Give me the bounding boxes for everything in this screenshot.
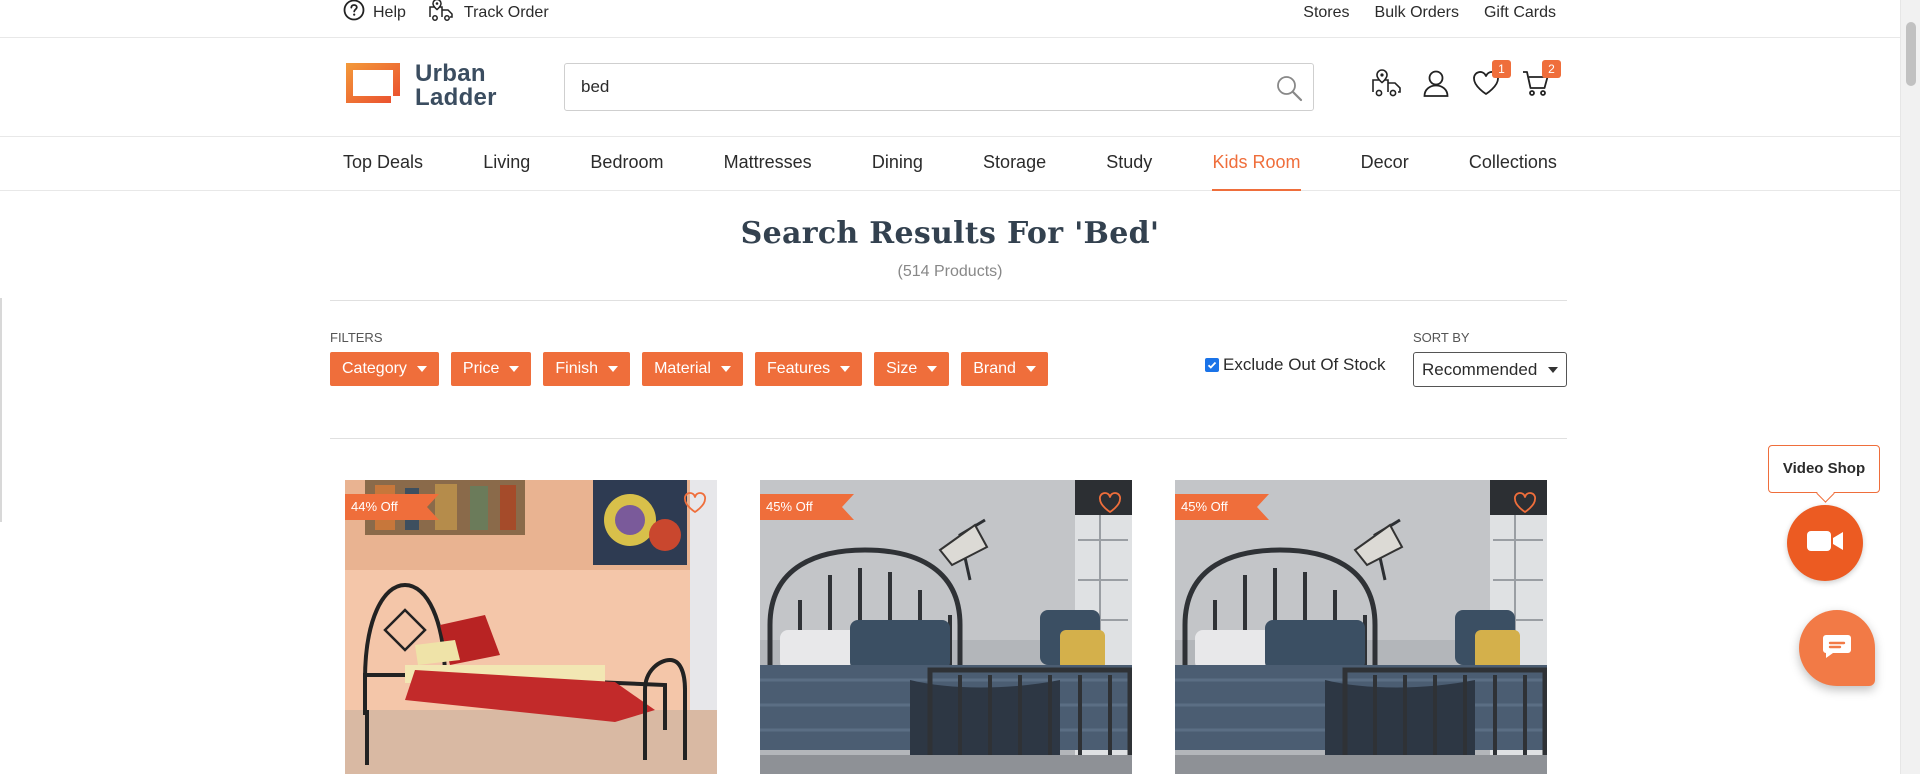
filter-price-button[interactable]: Price [450,352,532,386]
caret-down-icon [1025,366,1036,372]
heart-icon [1471,71,1501,102]
discount-tag: 45% Off [760,494,854,520]
cart-count-badge: 2 [1542,60,1561,78]
discount-label: 45% Off [1181,499,1228,514]
discount-tag: 44% Off [345,494,439,520]
results-count: (514 Products) [897,263,1003,280]
delivery-truck-icon [428,0,456,27]
filter-brand-button[interactable]: Brand [961,352,1048,386]
filters-divider [330,438,1567,439]
top-utility-bar: Help Track Order Stores Bulk Orders Gift… [0,0,1900,38]
caret-down-icon [840,366,851,372]
filters-label: FILTERS [330,330,383,345]
discount-label: 44% Off [351,499,398,514]
product-image [345,480,717,774]
caret-down-icon [509,366,520,372]
search-icon[interactable] [1275,74,1303,107]
filter-features-label: Features [766,360,831,377]
track-delivery-button[interactable] [1371,68,1401,98]
heart-icon[interactable] [1098,492,1122,519]
search-box [564,63,1314,111]
filter-finish-button[interactable]: Finish [543,352,631,386]
wishlist-button[interactable]: 1 [1471,60,1511,98]
cart-icon [1521,71,1551,102]
delivery-truck-icon [1371,69,1403,102]
video-camera-icon [1806,529,1844,558]
product-image [1175,480,1547,774]
help-icon [343,0,365,26]
caret-down-icon [1548,367,1558,373]
product-card[interactable]: 45% Off [760,480,1132,774]
checkmark-icon [1207,361,1217,369]
nav-item-top-deals[interactable]: Top Deals [343,137,423,191]
exclude-out-of-stock-label: Exclude Out Of Stock [1223,355,1386,374]
heart-icon[interactable] [683,492,707,519]
user-icon [1421,70,1451,102]
product-card[interactable]: 44% Off [345,480,717,774]
nav-item-collections[interactable]: Collections [1469,137,1557,191]
account-button[interactable] [1421,68,1451,98]
page-title: Search Results For 'Bed' [740,216,1160,251]
nav-item-living[interactable]: Living [483,137,530,191]
logo-text-line1: Urban [415,59,486,87]
nav-item-decor[interactable]: Decor [1361,137,1409,191]
filter-finish-label: Finish [555,360,599,377]
wishlist-count-badge: 1 [1492,60,1511,78]
main-header: Urban Ladder 1 2 [0,38,1900,137]
video-shop-tooltip[interactable]: Video Shop [1768,445,1880,493]
stores-link[interactable]: Stores [1303,4,1349,22]
sort-selected-value: Recommended [1422,360,1538,379]
gift-cards-link[interactable]: Gift Cards [1484,4,1556,22]
filter-brand-label: Brand [973,360,1016,377]
video-shop-button[interactable] [1787,505,1863,581]
product-card[interactable]: 45% Off [1175,480,1547,774]
help-link[interactable]: Help [343,0,406,26]
category-nav: Top Deals Living Bedroom Mattresses Dini… [0,137,1900,191]
caret-down-icon [416,366,427,372]
urban-ladder-logo[interactable]: Urban Ladder [343,60,497,111]
nav-item-mattresses[interactable]: Mattresses [724,137,812,191]
bulk-orders-link[interactable]: Bulk Orders [1375,4,1459,22]
product-image [760,480,1132,774]
nav-item-bedroom[interactable]: Bedroom [590,137,663,191]
filter-bar: Category Price Finish Material Features … [330,352,1048,386]
filter-price-label: Price [462,360,500,377]
filter-material-button[interactable]: Material [642,352,743,386]
chat-bubble-icon [1821,633,1853,664]
results-divider [330,300,1567,301]
logo-text-line2: Ladder [415,83,497,111]
caret-down-icon [927,366,938,372]
filter-category-button[interactable]: Category [330,352,439,386]
sort-by-select[interactable]: Recommended [1413,352,1567,387]
page-scrollbar[interactable] [1900,0,1920,774]
track-order-link[interactable]: Track Order [428,0,549,27]
filter-size-button[interactable]: Size [874,352,950,386]
filter-features-button[interactable]: Features [754,352,863,386]
filter-category-label: Category [342,360,407,377]
sort-by-label: SORT BY [1413,330,1470,345]
cart-button[interactable]: 2 [1521,60,1561,98]
nav-item-storage[interactable]: Storage [983,137,1046,191]
search-input[interactable] [565,64,1255,110]
nav-item-study[interactable]: Study [1106,137,1152,191]
help-label: Help [373,3,406,21]
filter-size-label: Size [886,360,918,377]
exclude-out-of-stock-toggle[interactable]: Exclude Out Of Stock [1205,355,1386,375]
scrollbar-thumb[interactable] [1906,22,1916,86]
nav-item-kids-room[interactable]: Kids Room [1212,137,1301,191]
discount-label: 45% Off [766,499,813,514]
heart-icon[interactable] [1513,492,1537,519]
caret-down-icon [608,366,619,372]
left-edge-divider [0,298,2,522]
filter-material-label: Material [654,360,711,377]
exclude-out-of-stock-checkbox[interactable] [1205,358,1219,372]
logo-mark-icon [343,60,403,111]
discount-tag: 45% Off [1175,494,1269,520]
track-order-label: Track Order [463,3,549,21]
nav-item-dining[interactable]: Dining [872,137,923,191]
chat-button[interactable] [1799,610,1875,686]
caret-down-icon [720,366,731,372]
